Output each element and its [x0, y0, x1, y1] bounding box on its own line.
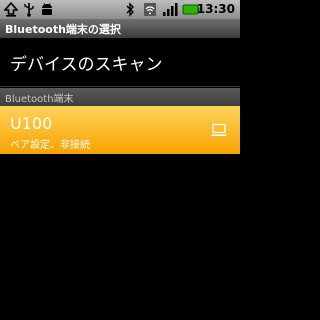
scan-devices-button[interactable]: デバイスのスキャン — [0, 38, 240, 86]
signal-icon — [163, 3, 178, 16]
android-icon — [42, 3, 52, 15]
clock: 13:30 — [196, 2, 235, 16]
status-bar: 13:30 — [0, 0, 240, 19]
device-name: U100 — [10, 114, 53, 133]
usb-icon — [24, 3, 34, 17]
device-status: ペア設定、非接続 — [10, 140, 90, 151]
divider — [0, 86, 240, 87]
upload-icon — [4, 2, 18, 17]
category-header: Bluetooth端末 — [0, 88, 240, 106]
scan-devices-label: デバイスのスキャン — [10, 55, 163, 75]
laptop-icon — [211, 123, 227, 136]
device-list-item[interactable]: U100 ペア設定、非接続 — [0, 106, 240, 154]
screen: 13:30 Bluetooth端末の選択 デバイスのスキャン Bluetooth… — [0, 0, 240, 320]
title-bar: Bluetooth端末の選択 — [0, 19, 240, 38]
bluetooth-icon — [126, 2, 134, 17]
wifi-icon — [144, 3, 156, 16]
category-header-label: Bluetooth端末 — [5, 94, 74, 105]
dialog-title: Bluetooth端末の選択 — [5, 23, 121, 36]
